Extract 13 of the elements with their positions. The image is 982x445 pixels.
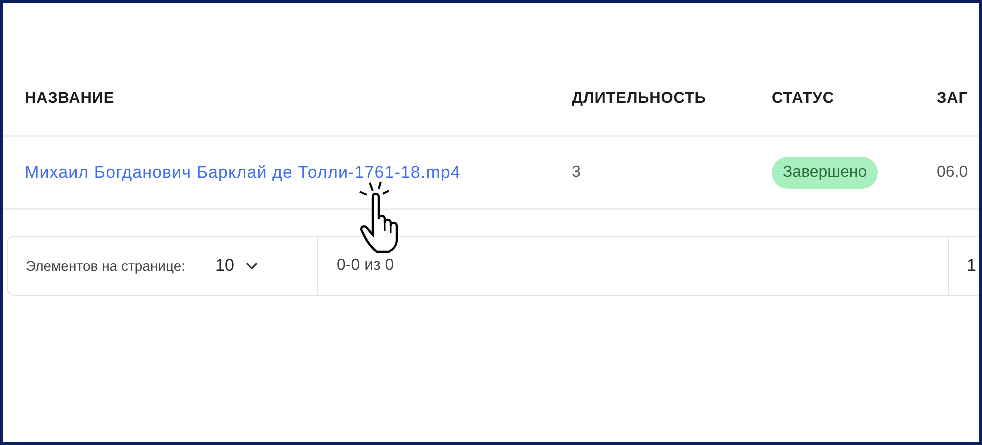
table-cell-text: 06.0 [937, 164, 970, 182]
range-text: 0-0 из 0 [337, 257, 394, 275]
column-header: НАЗВАНИЕ [25, 90, 116, 108]
page-number[interactable]: 1 [967, 256, 976, 276]
page-size-label: Элементов на странице: [26, 258, 186, 274]
column-header: ДЛИТЕЛЬНОСТЬ [572, 90, 708, 108]
column-header: ЗАГ [937, 90, 969, 108]
status-badge: Завершено [772, 156, 878, 188]
column-header: СТАТУС [772, 90, 836, 108]
file-link[interactable]: Михаил Богданович Барклай де Толли-1761-18.mp4 [25, 162, 461, 182]
chevron-down-icon [246, 262, 258, 270]
page-size-select[interactable]: 10 [216, 256, 258, 276]
duration-cell-text: 3 [572, 164, 582, 182]
